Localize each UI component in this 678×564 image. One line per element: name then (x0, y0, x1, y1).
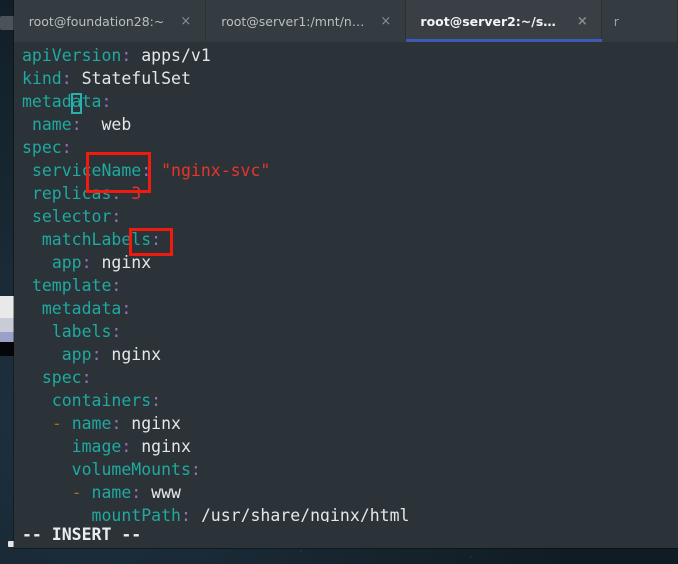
tab-title: r (613, 13, 619, 29)
yaml-colon: : (121, 299, 132, 318)
close-icon[interactable]: × (180, 15, 191, 28)
code-line: template: (14, 274, 678, 297)
yaml-key: selector (31, 207, 112, 226)
code-line: app: nginx (14, 251, 678, 274)
yaml-key: app (61, 345, 92, 364)
code-line: apiVersion: apps/v1 (14, 44, 678, 67)
yaml-key: matchLabels (41, 230, 152, 249)
yaml-colon: : (121, 437, 132, 456)
yaml-key: template (31, 276, 112, 295)
desktop-speck (300, 550, 302, 552)
yaml-key: spec (41, 368, 82, 387)
terminal-body[interactable]: apiVersion: apps/v1 kind: StatefulSet meta… (14, 42, 678, 548)
yaml-key: serviceName (31, 161, 142, 180)
yaml-colon: : (111, 276, 122, 295)
yaml-list-dash: - (51, 414, 72, 433)
code-line: selector: (14, 205, 678, 228)
yaml-colon: : (81, 368, 92, 387)
yaml-colon: : (111, 322, 122, 341)
yaml-key: metadata (22, 92, 102, 111)
text-cursor (71, 93, 82, 114)
yaml-key: spec (22, 138, 62, 157)
yaml-colon: : (151, 391, 162, 410)
yaml-colon: : (131, 483, 142, 502)
yaml-value: "nginx-svc" (151, 161, 271, 180)
yaml-key: name (91, 483, 132, 502)
background-window-edge[interactable] (0, 342, 14, 356)
yaml-editor-buffer[interactable]: apiVersion: apps/v1 kind: StatefulSet meta… (14, 44, 678, 527)
yaml-value: nginx (121, 414, 181, 433)
close-icon[interactable]: × (577, 15, 588, 28)
code-line: spec: (14, 366, 678, 389)
yaml-key: replicas (31, 184, 112, 203)
yaml-colon: : (151, 230, 162, 249)
desktop-speck (470, 556, 472, 558)
code-line: metadata: (14, 90, 678, 113)
yaml-colon: : (61, 69, 72, 88)
code-line: image: nginx (14, 435, 678, 458)
code-line: metadata: (14, 297, 678, 320)
yaml-key: name (31, 115, 72, 134)
code-line: app: nginx (14, 343, 678, 366)
close-icon[interactable]: × (380, 15, 391, 28)
terminal-window: root@foundation28:~ × root@server1:/mnt/… (14, 0, 678, 548)
yaml-value: nginx (131, 437, 191, 456)
yaml-key: kind (22, 69, 62, 88)
code-line: name: web (14, 113, 678, 136)
tab-title: root@server2:~/stat… (420, 13, 561, 29)
yaml-key: image (71, 437, 122, 456)
yaml-key: containers (51, 391, 152, 410)
yaml-value: web (81, 115, 132, 134)
tab-root-foundation28[interactable]: root@foundation28:~ × (14, 0, 207, 42)
yaml-value: 3 (121, 184, 142, 203)
yaml-value: apps/v1 (131, 46, 211, 65)
background-window-edge[interactable] (0, 332, 14, 342)
code-line: serviceName: "nginx-svc" (14, 159, 678, 182)
yaml-colon: : (111, 207, 122, 226)
yaml-colon: : (190, 460, 201, 479)
yaml-colon: : (91, 345, 102, 364)
tab-title: root@server1:/mnt/n… (221, 13, 365, 29)
yaml-colon: : (141, 161, 152, 180)
yaml-colon: : (111, 184, 122, 203)
yaml-colon: : (101, 92, 112, 111)
code-line: containers: (14, 389, 678, 412)
yaml-value: nginx (91, 253, 152, 272)
yaml-key: metadata (41, 299, 122, 318)
tab-root-server2[interactable]: root@server2:~/stat… × (406, 0, 603, 42)
code-line: matchLabels: (14, 228, 678, 251)
yaml-colon: : (71, 115, 82, 134)
background-window-edge[interactable] (0, 296, 14, 318)
tab-next-partial[interactable]: r (601, 0, 678, 42)
yaml-key: apiVersion (22, 46, 122, 65)
yaml-colon: : (81, 253, 92, 272)
code-line: spec: (14, 136, 678, 159)
yaml-key: name (71, 414, 112, 433)
yaml-key: labels (51, 322, 112, 341)
tab-title: root@foundation28:~ (28, 13, 165, 29)
yaml-colon: : (121, 46, 132, 65)
yaml-colon: : (61, 138, 72, 157)
code-line: volumeMounts: (14, 458, 678, 481)
code-line: replicas: 3 (14, 182, 678, 205)
tab-bar: root@foundation28:~ × root@server1:/mnt/… (14, 0, 678, 42)
code-line: - name: www (14, 481, 678, 504)
yaml-value: StatefulSet (71, 69, 191, 88)
yaml-colon: : (111, 414, 122, 433)
code-line: kind: StatefulSet (14, 67, 678, 90)
code-line: labels: (14, 320, 678, 343)
yaml-list-dash: - (71, 483, 92, 502)
yaml-key: app (51, 253, 82, 272)
yaml-value: nginx (101, 345, 162, 364)
background-window-edge[interactable] (0, 318, 14, 332)
vim-mode-status: -- INSERT -- (14, 522, 678, 548)
code-line: - name: nginx (14, 412, 678, 435)
tab-root-server1[interactable]: root@server1:/mnt/n… × (206, 0, 407, 42)
yaml-value: www (141, 483, 181, 502)
yaml-key: volumeMounts (71, 460, 191, 479)
